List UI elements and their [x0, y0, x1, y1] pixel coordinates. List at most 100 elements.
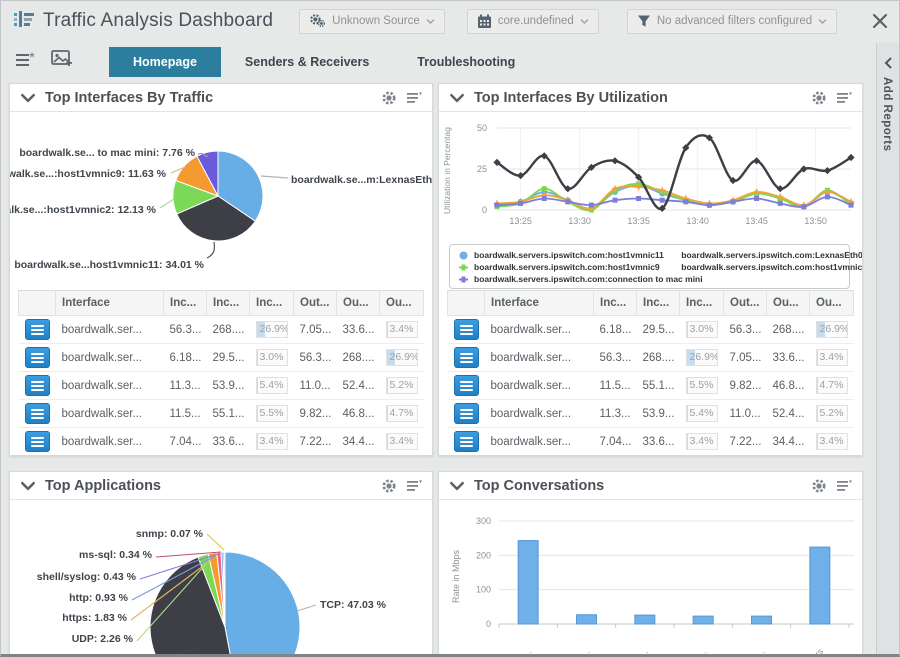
bar[interactable] [752, 616, 772, 624]
data-point-marker [613, 188, 618, 193]
panel-menu-icon[interactable] [406, 90, 422, 106]
column-header[interactable]: Out... [724, 291, 767, 316]
pie-slice[interactable] [177, 196, 256, 241]
legend-item[interactable]: boardwalk.servers.ipswitch.com:host1vmni… [676, 261, 841, 273]
collapse-chevron-icon[interactable] [20, 90, 36, 106]
gear-icon[interactable] [811, 478, 827, 494]
pie-slice[interactable] [217, 552, 225, 627]
data-point-marker [683, 199, 688, 204]
app-logo-icon [13, 9, 35, 33]
pie-label-snmp: snmp: 0.07 % [136, 528, 203, 540]
pie-label-tcp: TCP: 47.03 % [320, 599, 386, 611]
close-icon[interactable] [871, 12, 889, 30]
pie-slice[interactable] [176, 156, 218, 196]
column-header[interactable]: Inc... [594, 291, 637, 316]
pie-slice[interactable] [218, 151, 263, 221]
row-menu-button[interactable] [454, 347, 479, 368]
filters-dropdown[interactable]: No advanced filters configured [627, 9, 837, 34]
legend-item[interactable]: boardwalk.servers.ipswitch.com:host1vmni… [458, 261, 676, 273]
bar[interactable] [518, 541, 538, 624]
legend-item[interactable]: boardwalk.servers.ipswitch.com:connectio… [458, 273, 841, 285]
row-menu-button[interactable] [25, 403, 50, 424]
column-header[interactable]: Inc... [207, 291, 250, 316]
daterange-dropdown[interactable]: core.undefined [467, 9, 599, 34]
x-axis-label: serv... [510, 646, 534, 657]
column-header[interactable]: Interface [56, 291, 164, 316]
tab-homepage[interactable]: Homepage [109, 47, 221, 77]
table-cell: boardwalk.ser... [56, 372, 164, 400]
data-point-marker [801, 204, 806, 209]
table-cell: 11.5... [164, 400, 207, 428]
table-cell: 34.4... [767, 428, 810, 456]
data-point-marker [825, 188, 830, 193]
row-menu-button[interactable] [25, 375, 50, 396]
gear-icon[interactable] [811, 90, 827, 106]
column-header[interactable]: Inc... [680, 291, 724, 316]
bar[interactable] [635, 615, 655, 624]
column-header[interactable]: Ou... [810, 291, 854, 316]
add-reports-strip[interactable]: Add Reports [876, 43, 899, 654]
panel-menu-icon[interactable] [836, 478, 852, 494]
percent-bar: 5.2% [386, 377, 418, 394]
table-cell: 5.4% [250, 372, 294, 400]
column-header[interactable]: Interface [485, 291, 594, 316]
pie-slice[interactable] [150, 557, 239, 657]
legend-item[interactable]: boardwalk.servers.ipswitch.com:LexnasEth… [676, 249, 841, 261]
table-cell: boardwalk.ser... [56, 316, 164, 344]
table-cell: 53.9... [207, 372, 250, 400]
column-header[interactable]: Ou... [380, 291, 424, 316]
chevron-left-icon [884, 57, 893, 69]
pie-slice[interactable] [173, 180, 218, 213]
conversations-bar-chart: 0100200300Rate in Mbpsserv...8.21...8.21… [439, 500, 863, 657]
data-point-marker [824, 167, 831, 174]
column-header[interactable]: Inc... [250, 291, 294, 316]
bar[interactable] [810, 547, 830, 624]
data-point-marker [587, 204, 595, 212]
export-image-button[interactable] [49, 47, 75, 71]
row-menu-button[interactable] [454, 319, 479, 340]
bar[interactable] [693, 616, 713, 624]
pie-slice[interactable] [221, 552, 225, 627]
table-cell: 4.7% [380, 400, 424, 428]
tab-senders-receivers[interactable]: Senders & Receivers [221, 47, 393, 77]
row-menu-button[interactable] [454, 431, 479, 452]
pie-slice[interactable] [208, 552, 225, 627]
column-header[interactable]: Out... [294, 291, 337, 316]
column-header[interactable]: Inc... [164, 291, 207, 316]
collapse-chevron-icon[interactable] [20, 478, 36, 494]
data-point-marker [706, 202, 712, 208]
percent-bar: 3.0% [686, 321, 718, 338]
panel-menu-icon[interactable] [836, 90, 852, 106]
page-title: Traffic Analysis Dashboard [43, 10, 273, 32]
table-cell: 33.6... [767, 344, 810, 372]
gear-icon[interactable] [381, 478, 397, 494]
data-point-marker [778, 196, 783, 201]
pie-label-mac-mini: boardwalk.se... to mac mini: 7.76 % [19, 147, 195, 159]
report-list-button[interactable] [13, 47, 39, 71]
row-menu-button[interactable] [25, 431, 50, 452]
row-menu-button[interactable] [454, 375, 479, 396]
pie-slice[interactable] [198, 554, 225, 627]
tab-troubleshooting[interactable]: Troubleshooting [393, 47, 539, 77]
percent-bar: 3.0% [256, 349, 288, 366]
x-axis-label: Others [799, 646, 826, 657]
row-menu-button[interactable] [25, 319, 50, 340]
column-header[interactable]: Ou... [767, 291, 810, 316]
source-dropdown[interactable]: Unknown Source [299, 9, 445, 34]
legend-item[interactable]: boardwalk.servers.ipswitch.com:host1vmni… [458, 249, 676, 261]
panel-menu-icon[interactable] [406, 478, 422, 494]
data-point-marker [753, 188, 761, 196]
row-menu-button[interactable] [454, 403, 479, 424]
collapse-chevron-icon[interactable] [449, 478, 465, 494]
table-cell: 53.9... [637, 400, 680, 428]
gear-icon[interactable] [381, 90, 397, 106]
column-header[interactable]: Inc... [637, 291, 680, 316]
column-header[interactable]: Ou... [337, 291, 380, 316]
pie-slice[interactable] [225, 552, 300, 657]
pie-slice[interactable] [197, 151, 218, 196]
bar[interactable] [577, 615, 597, 624]
collapse-chevron-icon[interactable] [449, 90, 465, 106]
row-menu-button[interactable] [25, 347, 50, 368]
pie-slice[interactable] [223, 552, 225, 627]
svg-text:0: 0 [486, 619, 491, 629]
